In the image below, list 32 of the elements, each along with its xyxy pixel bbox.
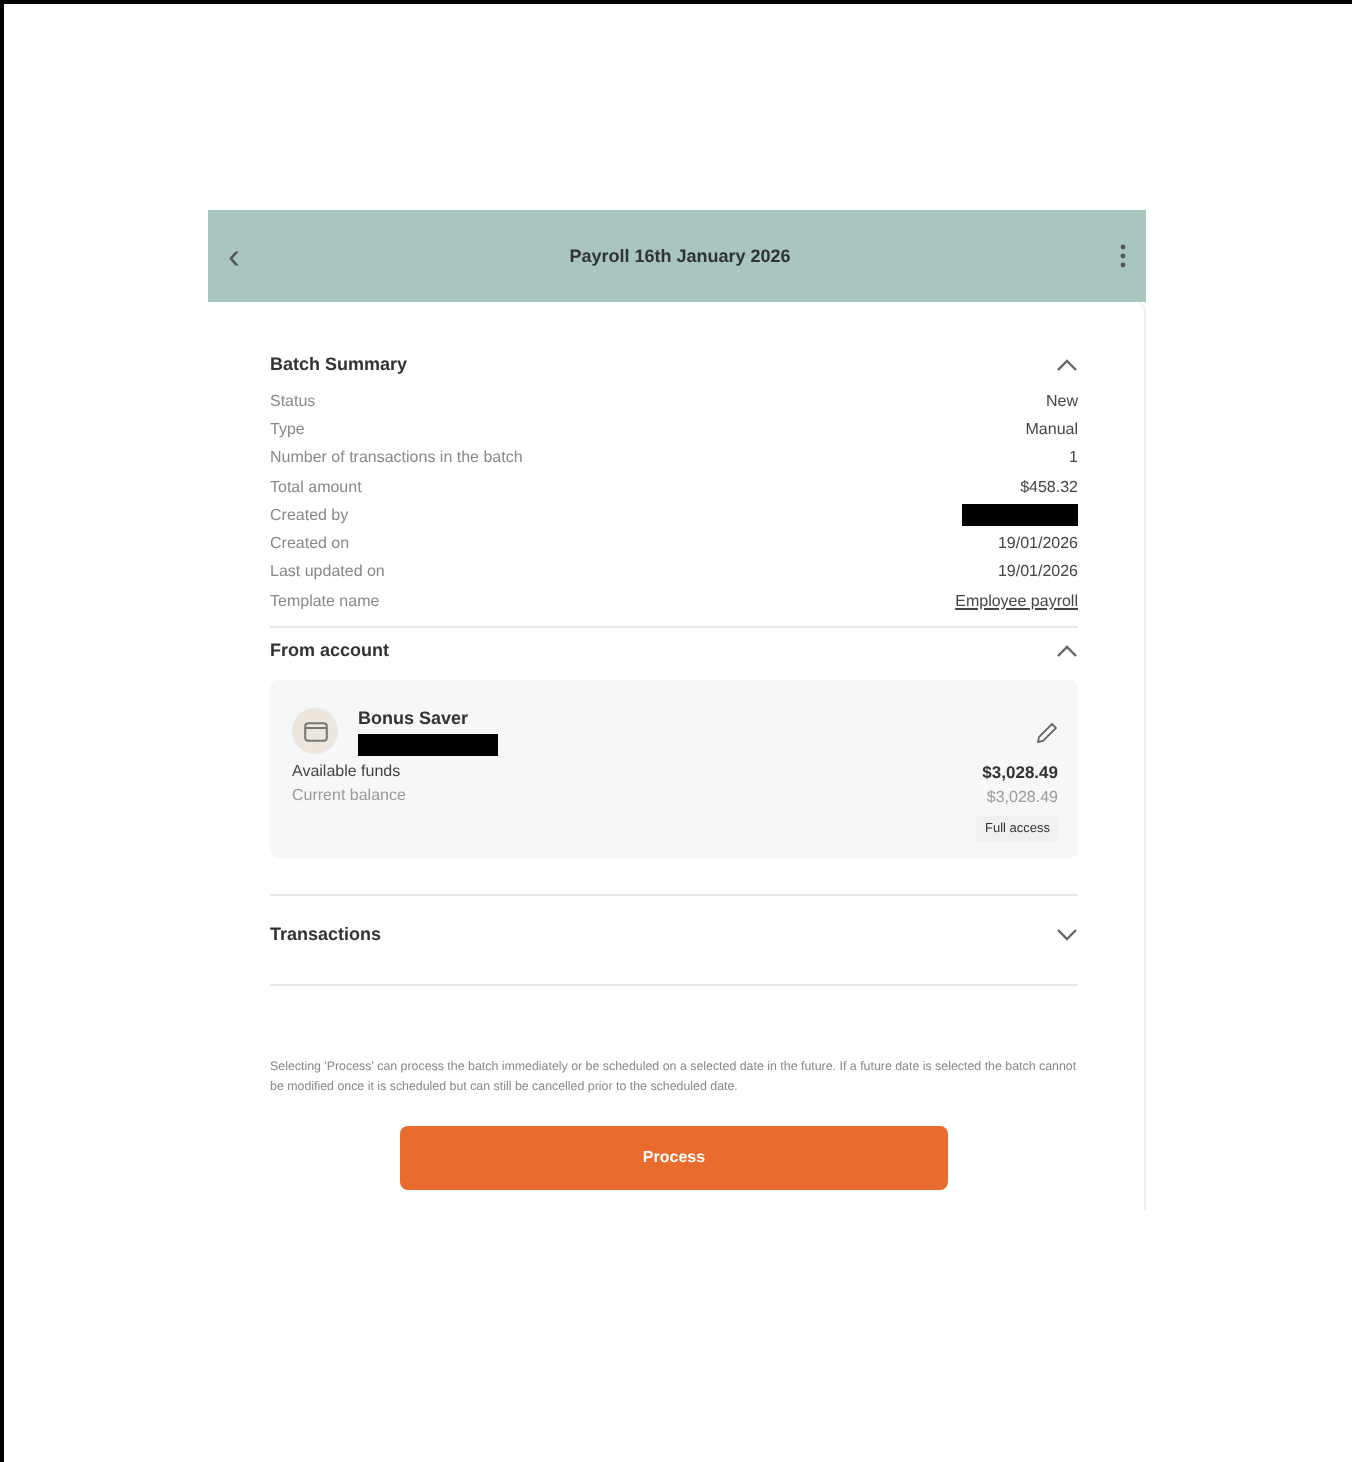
field-label: Total amount bbox=[270, 477, 362, 496]
field-label: Template name bbox=[270, 591, 380, 610]
section-title: Batch Summary bbox=[270, 354, 408, 374]
chevron-up-icon[interactable] bbox=[1056, 357, 1078, 371]
field-value: 19/01/2026 bbox=[997, 534, 1078, 553]
field-value: Manual bbox=[1025, 419, 1078, 438]
chevron-down-icon[interactable] bbox=[1056, 927, 1078, 942]
wallet-icon bbox=[292, 708, 338, 755]
current-balance-value: $3,028.49 bbox=[986, 788, 1058, 807]
field-label: Number of transactions in the batch bbox=[270, 448, 523, 467]
field-value: $458.32 bbox=[1020, 477, 1078, 496]
field-label: Type bbox=[270, 419, 305, 438]
page-title: Payroll 16th January 2026 bbox=[569, 246, 791, 266]
account-name: Bonus Saver bbox=[358, 708, 469, 729]
template-link[interactable]: Employee payroll bbox=[955, 591, 1078, 610]
edit-icon[interactable] bbox=[1036, 721, 1058, 744]
section-title: Transactions bbox=[270, 924, 382, 945]
redaction-bar bbox=[962, 503, 1078, 526]
available-funds-value: $3,028.49 bbox=[982, 762, 1058, 783]
field-label: Created on bbox=[270, 534, 350, 553]
field-label: Status bbox=[270, 391, 316, 410]
chevron-up-icon[interactable] bbox=[1056, 643, 1078, 658]
more-options-icon[interactable] bbox=[1120, 244, 1126, 268]
current-balance-label: Current balance bbox=[292, 786, 406, 805]
field-value: 19/01/2026 bbox=[997, 562, 1078, 581]
field-label: Last updated on bbox=[270, 562, 385, 581]
field-value: 1 bbox=[1069, 448, 1078, 467]
back-button[interactable]: ‹ bbox=[228, 238, 240, 274]
section-title: From account bbox=[270, 640, 390, 661]
field-value: New bbox=[1045, 391, 1078, 410]
field-label: Created by bbox=[270, 505, 349, 524]
available-funds-label: Available funds bbox=[292, 762, 401, 781]
